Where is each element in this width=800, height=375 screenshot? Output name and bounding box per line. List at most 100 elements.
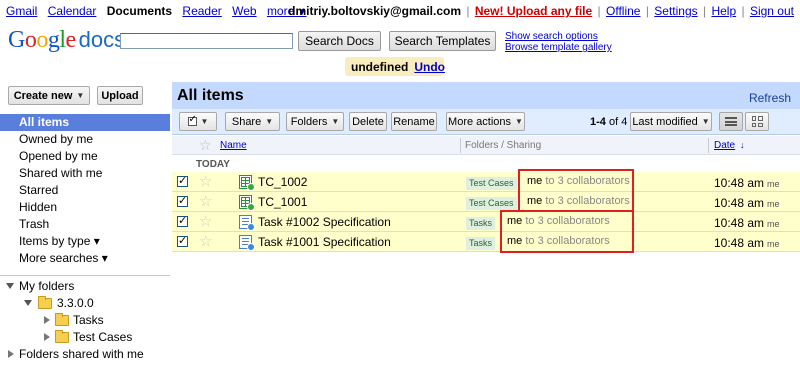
table-row[interactable]: ☆ Task #1002 Specification Tasks me to 3… bbox=[172, 212, 800, 232]
tree-folder-3300[interactable]: 3.3.0.0 bbox=[0, 295, 170, 312]
star-icon[interactable]: ☆ bbox=[199, 173, 212, 190]
list-view-icon bbox=[725, 117, 737, 126]
search-input[interactable] bbox=[120, 33, 293, 49]
tree-folder-tasks[interactable]: Tasks bbox=[0, 312, 170, 329]
row-checkbox[interactable] bbox=[177, 174, 188, 188]
share-button[interactable]: Share ▼ bbox=[225, 112, 280, 131]
sidebar-item-trash[interactable]: Trash bbox=[0, 216, 170, 233]
search-docs-button[interactable]: Search Docs bbox=[298, 31, 381, 51]
folder-tag[interactable]: Tasks bbox=[466, 237, 496, 250]
expand-right-icon[interactable] bbox=[44, 333, 50, 341]
sidebar-item-all-items[interactable]: All items bbox=[0, 114, 170, 131]
annotation-highlight-box bbox=[518, 169, 634, 212]
grid-view-button[interactable] bbox=[745, 112, 769, 131]
row-title[interactable]: TC_1002 bbox=[258, 175, 307, 189]
undo-link[interactable]: Undo bbox=[414, 60, 445, 74]
folder-tag[interactable]: Test Cases bbox=[466, 177, 517, 190]
account-email: dmitriy.boltovskiy@gmail.com bbox=[288, 4, 462, 18]
folder-icon bbox=[38, 296, 52, 309]
sidebar-item-hidden[interactable]: Hidden bbox=[0, 199, 170, 216]
nav-link-reader[interactable]: Reader bbox=[182, 4, 221, 18]
undo-message: undefined Undo bbox=[345, 57, 445, 76]
browse-template-gallery-link[interactable]: Browse template gallery bbox=[505, 42, 612, 53]
folder-icon bbox=[55, 330, 69, 343]
list-view-button[interactable] bbox=[719, 112, 743, 131]
folder-tag[interactable]: Tasks bbox=[466, 217, 496, 230]
page-range: 1-4 of 4 bbox=[590, 116, 628, 128]
upload-button[interactable]: Upload bbox=[97, 86, 143, 105]
star-icon[interactable]: ☆ bbox=[199, 137, 212, 154]
settings-link[interactable]: Settings bbox=[654, 4, 697, 18]
show-search-options-link[interactable]: Show search options bbox=[505, 31, 612, 42]
sidebar-item-starred[interactable]: Starred bbox=[0, 182, 170, 199]
sidebar-item-items-by-type[interactable]: Items by type ▾ bbox=[0, 233, 170, 250]
tree-folders-shared-with-me[interactable]: Folders shared with me bbox=[0, 346, 170, 363]
row-title[interactable]: Task #1001 Specification bbox=[258, 235, 391, 249]
nav-link-calendar[interactable]: Calendar bbox=[48, 4, 97, 18]
document-icon bbox=[239, 235, 255, 251]
sign-out-link[interactable]: Sign out bbox=[750, 4, 794, 18]
rename-button[interactable]: Rename bbox=[391, 112, 437, 131]
more-actions-button[interactable]: More actions ▼ bbox=[446, 112, 525, 131]
row-date: 10:48 am me bbox=[714, 236, 780, 250]
expand-down-icon[interactable] bbox=[6, 283, 14, 289]
row-date: 10:48 am me bbox=[714, 176, 780, 190]
offline-link[interactable]: Offline bbox=[606, 4, 640, 18]
folders-button[interactable]: Folders ▼ bbox=[286, 112, 344, 131]
spreadsheet-icon bbox=[239, 195, 255, 211]
star-icon[interactable]: ☆ bbox=[199, 233, 212, 250]
row-checkbox[interactable] bbox=[177, 194, 188, 208]
annotation-highlight-box bbox=[500, 210, 634, 253]
column-date[interactable]: Date bbox=[714, 140, 735, 151]
tree-my-folders[interactable]: My folders bbox=[0, 278, 170, 295]
docs-wordmark: docs bbox=[78, 27, 126, 52]
sidebar-item-shared-with-me[interactable]: Shared with me bbox=[0, 165, 170, 182]
expand-down-icon[interactable] bbox=[24, 300, 32, 306]
top-bar: Gmail Calendar Documents Reader Web more… bbox=[0, 0, 800, 22]
star-icon[interactable]: ☆ bbox=[199, 213, 212, 230]
table-row[interactable]: ☆ TC_1002 Test Cases me to 3 collaborato… bbox=[172, 172, 800, 192]
nav-link-gmail[interactable]: Gmail bbox=[6, 4, 37, 18]
new-upload-link[interactable]: New! Upload any file bbox=[475, 4, 592, 18]
document-list: ☆ TC_1002 Test Cases me to 3 collaborato… bbox=[172, 172, 800, 252]
checkbox-icon bbox=[187, 114, 197, 126]
expand-right-icon[interactable] bbox=[44, 316, 50, 324]
undo-message-text: undefined bbox=[351, 59, 409, 74]
column-folders-sharing: Folders / Sharing bbox=[465, 140, 542, 151]
chevron-down-icon: ▼ bbox=[701, 117, 710, 126]
create-new-button[interactable]: Create new ▼ bbox=[8, 86, 90, 105]
table-row[interactable]: ☆ TC_1001 Test Cases me to 3 collaborato… bbox=[172, 192, 800, 212]
tree-folder-test-cases[interactable]: Test Cases bbox=[0, 329, 170, 346]
delete-button[interactable]: Delete bbox=[349, 112, 387, 131]
refresh-link[interactable]: Refresh bbox=[749, 91, 791, 105]
help-link[interactable]: Help bbox=[711, 4, 736, 18]
google-docs-logo[interactable]: Google docs bbox=[8, 28, 125, 54]
chevron-down-icon: ▼ bbox=[200, 117, 209, 126]
column-name[interactable]: Name bbox=[220, 140, 247, 151]
sort-dropdown[interactable]: Last modified ▼ bbox=[630, 112, 712, 131]
sidebar-item-opened-by-me[interactable]: Opened by me bbox=[0, 148, 170, 165]
nav-link-web[interactable]: Web bbox=[232, 4, 256, 18]
expand-right-icon[interactable] bbox=[8, 350, 14, 358]
search-links: Show search options Browse template gall… bbox=[505, 31, 612, 53]
google-app-nav: Gmail Calendar Documents Reader Web more… bbox=[6, 4, 314, 18]
table-row[interactable]: ☆ Task #1001 Specification Tasks me to 3… bbox=[172, 232, 800, 252]
row-checkbox[interactable] bbox=[177, 234, 188, 248]
account-bar: dmitriy.boltovskiy@gmail.com | New! Uplo… bbox=[288, 4, 794, 18]
sidebar-nav: All items Owned by me Opened by me Share… bbox=[0, 114, 170, 267]
spreadsheet-icon bbox=[239, 175, 255, 191]
row-checkbox[interactable] bbox=[177, 214, 188, 228]
google-wordmark: Google bbox=[8, 27, 76, 53]
sidebar-item-owned-by-me[interactable]: Owned by me bbox=[0, 131, 170, 148]
toolbar: ▼ Share▼ Folders▼ Delete Rename More act… bbox=[172, 109, 800, 135]
folder-tag[interactable]: Test Cases bbox=[466, 197, 517, 210]
section-label-today: TODAY bbox=[196, 159, 230, 170]
search-templates-button[interactable]: Search Templates bbox=[389, 31, 496, 51]
row-title[interactable]: TC_1001 bbox=[258, 195, 307, 209]
main-header: All items Refresh bbox=[172, 82, 800, 109]
sidebar-divider bbox=[0, 275, 170, 276]
row-title[interactable]: Task #1002 Specification bbox=[258, 215, 391, 229]
star-icon[interactable]: ☆ bbox=[199, 193, 212, 210]
select-menu-button[interactable]: ▼ bbox=[179, 112, 217, 131]
sidebar-item-more-searches[interactable]: More searches ▾ bbox=[0, 250, 170, 267]
